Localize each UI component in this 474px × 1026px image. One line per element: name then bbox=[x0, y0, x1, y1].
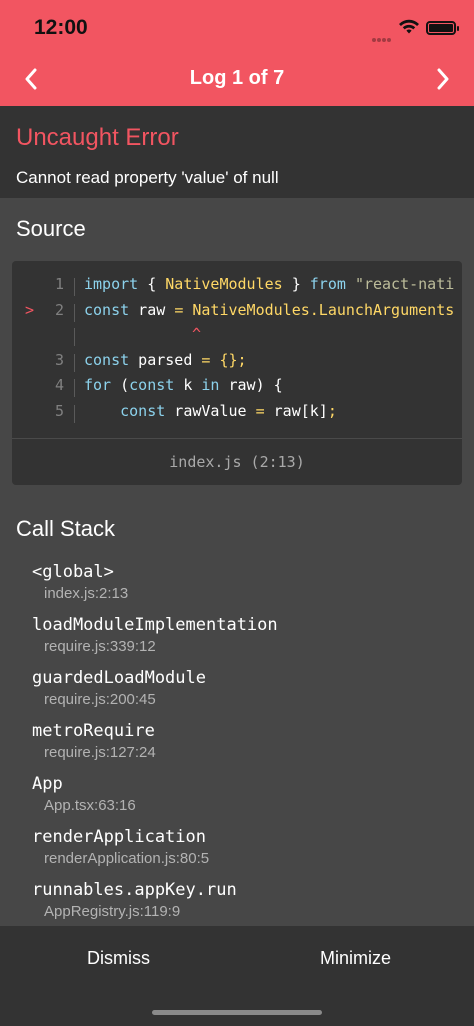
error-header: Uncaught Error Cannot read property 'val… bbox=[0, 106, 474, 198]
error-message: Cannot read property 'value' of null bbox=[16, 168, 279, 187]
gutter-divider bbox=[74, 304, 75, 322]
code-text: const raw = NativeModules.LaunchArgument… bbox=[84, 301, 454, 319]
source-code-panel: 1 import { NativeModules } from "react-na… bbox=[12, 261, 462, 485]
signal-dots-icon bbox=[372, 29, 392, 42]
status-bar: 12:00 bbox=[0, 0, 474, 54]
code-token: rawValue bbox=[165, 402, 256, 420]
line-number: 2 bbox=[54, 301, 64, 319]
next-log-button[interactable] bbox=[428, 64, 458, 94]
stack-frame[interactable]: runnables.appKey.run AppRegistry.js:119:9 bbox=[32, 880, 237, 920]
code-line: 3 const parsed = {}; bbox=[12, 351, 462, 373]
stack-frame-function: runnables.appKey.run bbox=[32, 880, 237, 900]
code-line: >2 const raw = NativeModules.LaunchArgume… bbox=[12, 301, 462, 323]
error-title: Uncaught Error bbox=[16, 124, 179, 151]
code-token: const bbox=[129, 376, 175, 394]
code-token: = {}; bbox=[201, 351, 247, 369]
stack-frame-location: require.js:127:24 bbox=[44, 744, 156, 761]
stack-frame[interactable]: renderApplication renderApplication.js:80… bbox=[32, 827, 209, 867]
stack-frame-function: <global> bbox=[32, 562, 114, 582]
call-stack-heading: Call Stack bbox=[16, 516, 116, 541]
wifi-icon bbox=[399, 19, 419, 34]
code-text: for (const k in raw) { bbox=[84, 376, 283, 394]
error-caret: ^ bbox=[192, 325, 202, 343]
line-number: 4 bbox=[54, 376, 64, 394]
stack-frame-location: AppRegistry.js:119:9 bbox=[44, 903, 181, 920]
header-bar: 12:00 Log 1 of 7 bbox=[0, 0, 474, 106]
code-token: in bbox=[201, 376, 220, 394]
code-token: parsed bbox=[129, 351, 202, 369]
line-number: 1 bbox=[54, 275, 64, 293]
status-time: 12:00 bbox=[34, 16, 88, 39]
code-token: NativeModules bbox=[165, 275, 283, 293]
code-token: { bbox=[138, 275, 166, 293]
minimize-button[interactable]: Minimize bbox=[237, 948, 474, 969]
chevron-right-icon bbox=[437, 68, 449, 90]
code-token: raw bbox=[129, 301, 175, 319]
line-number: 3 bbox=[54, 351, 64, 369]
stack-frame-location: require.js:339:12 bbox=[44, 638, 156, 655]
stack-frame[interactable]: loadModuleImplementation require.js:339:1… bbox=[32, 615, 278, 655]
code-text: const parsed = {}; bbox=[84, 351, 247, 369]
code-token: from bbox=[309, 275, 346, 293]
stack-frame[interactable]: App App.tsx:63:16 bbox=[32, 774, 136, 814]
code-token: = bbox=[255, 402, 265, 420]
source-heading: Source bbox=[16, 216, 86, 241]
log-navigation: Log 1 of 7 bbox=[0, 54, 474, 106]
code-token: "react-nati bbox=[354, 275, 455, 293]
stack-frame-function: renderApplication bbox=[32, 827, 206, 847]
stack-frame[interactable]: <global> index.js:2:13 bbox=[32, 562, 128, 602]
divider bbox=[12, 438, 462, 439]
gutter-divider bbox=[74, 405, 75, 423]
log-counter-title: Log 1 of 7 bbox=[189, 67, 285, 89]
code-token: } bbox=[282, 275, 310, 293]
code-line: ^ bbox=[12, 325, 462, 347]
battery-icon bbox=[426, 21, 459, 35]
code-line: 5 const rawValue = raw[k]; bbox=[12, 402, 462, 424]
code-token: ; bbox=[327, 402, 337, 420]
source-file-location[interactable]: index.js (2:13) bbox=[12, 453, 462, 471]
code-token: = bbox=[174, 301, 184, 319]
gutter-divider bbox=[74, 379, 75, 397]
line-number: 5 bbox=[54, 402, 64, 420]
stack-frame-location: index.js:2:13 bbox=[44, 585, 129, 602]
code-token: for bbox=[84, 376, 112, 394]
gutter-divider bbox=[74, 278, 75, 296]
stack-frame-function: App bbox=[32, 774, 63, 794]
code-token: k bbox=[174, 376, 202, 394]
stack-frame-location: App.tsx:63:16 bbox=[44, 797, 136, 814]
code-text: const rawValue = raw[k]; bbox=[84, 402, 337, 420]
code-token: import bbox=[84, 275, 139, 293]
home-indicator bbox=[152, 1010, 322, 1015]
gutter-divider bbox=[74, 328, 75, 346]
stack-frame[interactable]: guardedLoadModule require.js:200:45 bbox=[32, 668, 206, 708]
code-token: const bbox=[84, 301, 130, 319]
stack-frame-function: metroRequire bbox=[32, 721, 155, 741]
code-token: const bbox=[84, 351, 130, 369]
error-line-marker: > bbox=[25, 301, 35, 319]
stack-frame-function: guardedLoadModule bbox=[32, 668, 206, 688]
code-text: import { NativeModules } from "react-nat… bbox=[84, 275, 454, 293]
stack-frame-function: loadModuleImplementation bbox=[32, 615, 278, 635]
stack-frame-location: renderApplication.js:80:5 bbox=[44, 850, 210, 867]
code-line: 1 import { NativeModules } from "react-na… bbox=[12, 275, 462, 297]
code-token: const bbox=[120, 402, 166, 420]
code-token: raw[k] bbox=[264, 402, 328, 420]
stack-frame[interactable]: metroRequire require.js:127:24 bbox=[32, 721, 156, 761]
dismiss-button[interactable]: Dismiss bbox=[0, 948, 237, 969]
gutter-divider bbox=[74, 354, 75, 372]
code-token: NativeModules.LaunchArguments bbox=[192, 301, 455, 319]
stack-frame-location: require.js:200:45 bbox=[44, 691, 156, 708]
code-token: ( bbox=[111, 376, 130, 394]
code-token: raw) { bbox=[219, 376, 283, 394]
code-line: 4 for (const k in raw) { bbox=[12, 376, 462, 398]
